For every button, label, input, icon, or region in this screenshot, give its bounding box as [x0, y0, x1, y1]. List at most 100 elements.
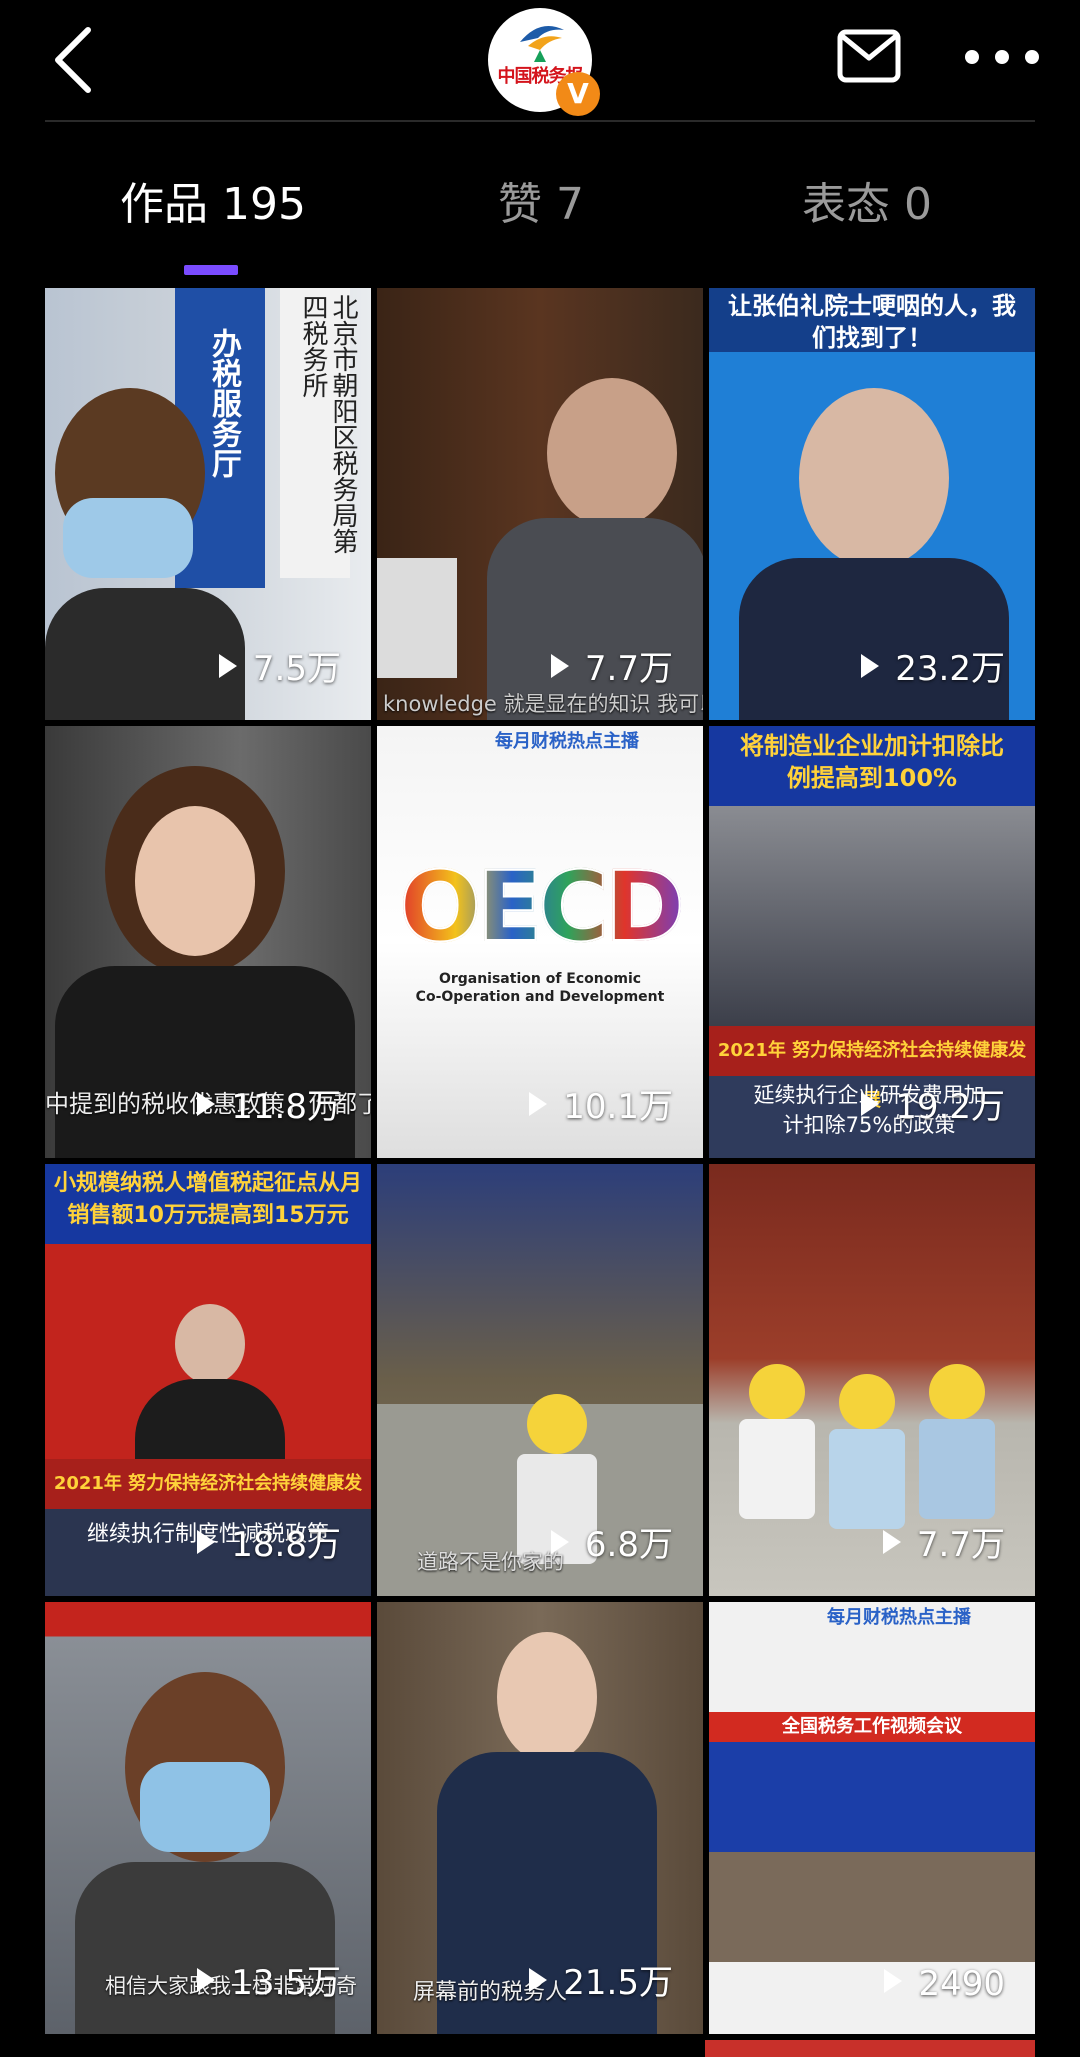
tab-reactions[interactable]: 表态 0 — [802, 160, 932, 250]
lego-figure — [919, 1419, 995, 1519]
view-count-value: 13.5万 — [231, 1963, 341, 2003]
book — [377, 558, 457, 678]
video-tile[interactable]: 中提到的税收优惠政策，你都了 11.8万 — [45, 726, 371, 1158]
tab-count: 0 — [904, 179, 932, 230]
chevron-left-icon — [55, 27, 91, 93]
play-icon — [529, 1968, 548, 1992]
meeting-hall — [709, 806, 1035, 1026]
play-icon — [550, 654, 569, 678]
header-divider — [45, 120, 1035, 122]
office-sign: 北京市朝阳区税务局第四税务所 — [280, 288, 358, 578]
video-caption: 将制造业企业加计扣除比例提高到100% — [740, 732, 1004, 792]
person-figure — [175, 1304, 245, 1384]
active-tab-indicator — [184, 265, 238, 275]
person-figure — [45, 588, 245, 720]
video-tile[interactable]: 相信大家跟我一样非常好奇 13.5万 — [45, 1602, 371, 2034]
video-tile[interactable]: 小规模纳税人增值税起征点从月销售额10万元提高到15万元 2021年 努力保持经… — [45, 1164, 371, 1596]
tab-label: 作品 — [120, 179, 208, 230]
oecd-logo: OECD — [377, 850, 703, 964]
video-tile[interactable]: 道路不是你家的 6.8万 — [377, 1164, 703, 1596]
message-button[interactable] — [836, 28, 902, 84]
view-count-value: 2490 — [918, 1964, 1005, 2004]
video-caption: 每月财税热点主播 — [495, 731, 639, 752]
person-figure — [75, 1862, 335, 2034]
view-count: 7.7万 — [550, 641, 673, 690]
view-count-value: 21.5万 — [563, 1963, 673, 2003]
view-count: 19.2万 — [861, 1079, 1005, 1128]
lego-figure — [749, 1364, 805, 1420]
conference-hall — [709, 1852, 1035, 1962]
person-face — [135, 806, 255, 956]
profile-avatar[interactable]: 中国税务报 V — [488, 8, 600, 116]
video-caption: 让张伯礼院士哽咽的人，我们找到了！ — [728, 292, 1016, 352]
person-figure — [799, 388, 949, 568]
booth-text: 办税服务厅 — [206, 328, 241, 478]
person-figure — [497, 1632, 597, 1762]
view-count: 13.5万 — [197, 1955, 341, 2004]
tab-works[interactable]: 作品 195 — [120, 160, 306, 250]
conference-stage — [709, 1742, 1035, 1852]
view-count: 21.5万 — [529, 1955, 673, 2004]
oecd-subtitle: Organisation of Economic Co-Operation an… — [377, 970, 703, 1006]
play-icon — [550, 1530, 569, 1554]
face-mask — [140, 1762, 270, 1852]
play-icon — [197, 1092, 216, 1116]
lego-figure — [739, 1419, 815, 1519]
video-tile[interactable]: 让张伯礼院士哽咽的人，我们找到了！ 23.2万 — [709, 288, 1035, 720]
video-tile[interactable]: 每月财税热点主播 全国税务工作视频会议 2490 — [709, 1602, 1035, 2034]
play-icon — [197, 1530, 216, 1554]
video-tile[interactable]: 办税服务厅 北京市朝阳区税务局第四税务所 7.5万 — [45, 288, 371, 720]
play-icon — [529, 1092, 548, 1116]
face-mask — [63, 498, 193, 578]
person-figure — [739, 558, 1009, 720]
lego-figure — [929, 1364, 985, 1420]
play-icon — [861, 654, 880, 678]
view-count: 18.8万 — [197, 1517, 341, 1566]
oecd-line-2: Co-Operation and Development — [415, 989, 665, 1005]
view-count-value: 19.2万 — [895, 1087, 1005, 1127]
view-count: 10.1万 — [529, 1079, 673, 1128]
oecd-line-1: Organisation of Economic — [438, 971, 642, 987]
view-count: 11.8万 — [197, 1079, 341, 1128]
view-count-value: 11.8万 — [231, 1087, 341, 1127]
back-button[interactable] — [40, 20, 110, 100]
view-count-value: 23.2万 — [895, 649, 1005, 689]
video-tile[interactable]: 将制造业企业加计扣除比例提高到100% 2021年 努力保持经济社会持续健康发展… — [709, 726, 1035, 1158]
video-tile[interactable]: knowledge 就是显在的知识 我可以 7.7万 — [377, 288, 703, 720]
person-figure — [135, 1379, 285, 1459]
video-caption: 每月财税热点主播 — [827, 1607, 971, 1628]
play-icon — [882, 1530, 901, 1554]
profile-tabs: 作品 195 赞7 表态 0 — [0, 160, 1080, 250]
tab-count: 195 — [222, 179, 306, 230]
video-tile[interactable]: 7.7万 — [709, 1164, 1035, 1596]
video-tile[interactable]: 每月财税热点主播 OECD Organisation of Economic C… — [377, 726, 703, 1158]
view-count-value: 10.1万 — [563, 1087, 673, 1127]
view-count-value: 7.5万 — [252, 649, 341, 689]
tab-count: 7 — [556, 179, 584, 230]
more-options-button[interactable] — [962, 42, 1042, 72]
person-figure — [547, 378, 677, 528]
more-horizontal-icon — [965, 50, 1039, 64]
person-figure — [55, 966, 355, 1158]
view-count-value: 18.8万 — [231, 1525, 341, 1565]
mail-icon — [837, 29, 901, 83]
view-count-value: 7.7万 — [584, 649, 673, 689]
view-count-value: 6.8万 — [584, 1525, 673, 1565]
banner-band: 2021年 努力保持经济社会持续健康发展 — [45, 1459, 371, 1544]
sign-text: 北京市朝阳区税务局第四税务所 — [298, 294, 358, 554]
next-row-peek — [705, 2040, 1035, 2057]
view-count: 7.7万 — [882, 1517, 1005, 1566]
verified-badge: V — [556, 72, 600, 116]
video-tile[interactable]: 屏幕前的税务人 21.5万 — [377, 1602, 703, 2034]
oecd-logo-word: OECD — [398, 850, 685, 964]
top-bar: 中国税务报 V — [0, 0, 1080, 120]
tab-label: 表态 — [802, 179, 890, 230]
tab-label: 赞 — [498, 179, 542, 230]
lego-figure — [527, 1394, 587, 1454]
video-caption: 小规模纳税人增值税起征点从月销售额10万元提高到15万元 — [53, 1171, 362, 1228]
video-subtitle: knowledge 就是显在的知识 我可以 — [383, 692, 703, 716]
tab-likes[interactable]: 赞7 — [498, 160, 584, 250]
view-count-value: 7.7万 — [916, 1525, 1005, 1565]
video-banner: 全国税务工作视频会议 — [782, 1716, 962, 1737]
lego-figure — [829, 1429, 905, 1529]
